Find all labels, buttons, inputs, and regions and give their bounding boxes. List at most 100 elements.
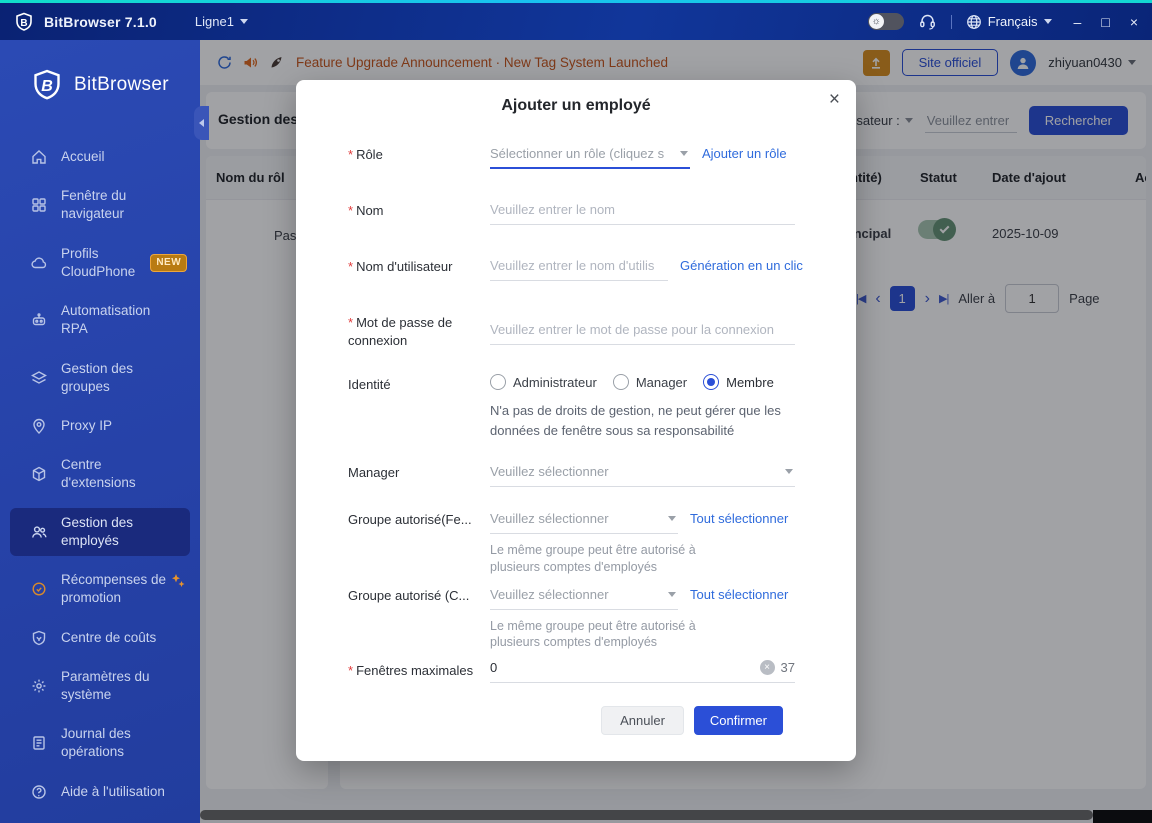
sidebar: B BitBrowser Accueil Fenêtre du navigate… bbox=[0, 40, 209, 823]
generate-username-link[interactable]: Génération en un clic bbox=[680, 254, 803, 273]
sidebar-menu: Accueil Fenêtre du navigateur Profils Cl… bbox=[0, 142, 200, 807]
identity-help-text: N'a pas de droits de gestion, ne peut gé… bbox=[490, 403, 781, 438]
window-top-accent bbox=[0, 0, 1152, 3]
radio-on-icon bbox=[703, 374, 720, 391]
sidebar-collapse-button[interactable] bbox=[194, 106, 209, 140]
field-group-window: Groupe autorisé(Fe... Veuillez sélection… bbox=[348, 507, 795, 575]
sidebar-brand: BitBrowser bbox=[74, 74, 169, 95]
max-windows-input[interactable]: 0 × 37 bbox=[490, 658, 795, 684]
manager-select[interactable]: Veuillez sélectionner bbox=[490, 460, 795, 488]
max-windows-label: Fenêtres maximales bbox=[356, 663, 474, 679]
sun-icon: ☼ bbox=[868, 14, 884, 29]
group-cloud-label: Groupe autorisé (C... bbox=[348, 587, 470, 603]
sidebar-item-profils-cloudphone[interactable]: Profils CloudPhone NEW bbox=[10, 239, 190, 287]
layers-icon bbox=[30, 369, 48, 387]
bitbrowser-shield-icon: B bbox=[30, 68, 64, 102]
add-role-link[interactable]: Ajouter un rôle bbox=[702, 142, 787, 161]
chevron-down-icon bbox=[668, 516, 676, 522]
titlebar-left: B BitBrowser 7.1.0 Ligne1 bbox=[14, 12, 248, 32]
sidebar-item-recompenses-promotion[interactable]: Récompenses de promotion bbox=[10, 565, 190, 613]
theme-toggle[interactable]: ☼ bbox=[867, 13, 904, 30]
sidebar-logo: B BitBrowser bbox=[0, 40, 200, 102]
group-cloud-select-all-link[interactable]: Tout sélectionner bbox=[690, 583, 788, 602]
chevron-down-icon bbox=[680, 151, 688, 156]
cloud-icon bbox=[30, 254, 48, 272]
identity-radio-group: Administrateur Manager Membre bbox=[490, 372, 795, 391]
radio-off-icon bbox=[612, 374, 629, 391]
group-window-label: Groupe autorisé(Fe... bbox=[348, 512, 472, 528]
password-label: Mot de passe de connexion bbox=[348, 315, 453, 349]
sidebar-item-automatisation-rpa[interactable]: Automatisation RPA bbox=[10, 296, 190, 344]
titlebar-right: ☼ Français – □ × bbox=[867, 12, 1138, 31]
required-mark: * bbox=[348, 203, 354, 218]
chevron-down-icon bbox=[1043, 19, 1052, 24]
field-name: * Nom bbox=[348, 198, 795, 225]
minimize-button[interactable]: – bbox=[1074, 14, 1082, 30]
chevron-down-icon bbox=[785, 469, 793, 475]
close-window-button[interactable]: × bbox=[1130, 14, 1138, 30]
name-input[interactable] bbox=[490, 198, 795, 225]
field-manager: Manager Veuillez sélectionner bbox=[348, 460, 795, 488]
cancel-button[interactable]: Annuler bbox=[601, 706, 684, 736]
modal-title: Ajouter un employé bbox=[501, 97, 651, 114]
titlebar: B BitBrowser 7.1.0 Ligne1 ☼ Français – □… bbox=[0, 0, 1152, 40]
home-icon bbox=[30, 148, 48, 166]
max-windows-counter: 37 bbox=[780, 660, 795, 676]
clear-icon[interactable]: × bbox=[759, 660, 775, 676]
new-badge: NEW bbox=[150, 254, 188, 272]
sidebar-item-centre-couts[interactable]: Centre de coûts bbox=[10, 623, 190, 653]
radio-manager[interactable]: Manager bbox=[612, 374, 687, 391]
sidebar-item-gestion-employes[interactable]: Gestion des employés bbox=[10, 507, 190, 557]
password-input[interactable] bbox=[490, 318, 795, 345]
radio-administrateur[interactable]: Administrateur bbox=[490, 374, 597, 391]
role-select[interactable]: Sélectionner un rôle (cliquez s bbox=[490, 142, 690, 169]
identity-label: Identité bbox=[348, 377, 391, 393]
group-cloud-select[interactable]: Veuillez sélectionner bbox=[490, 583, 678, 610]
username-label: Nom d'utilisateur bbox=[356, 259, 453, 274]
role-label: Rôle bbox=[356, 147, 383, 162]
sidebar-item-gestion-groupes[interactable]: Gestion des groupes bbox=[10, 354, 190, 402]
svg-text:B: B bbox=[41, 78, 53, 95]
max-windows-value: 0 bbox=[490, 660, 498, 676]
group-window-select-all-link[interactable]: Tout sélectionner bbox=[690, 507, 788, 526]
required-mark: * bbox=[348, 147, 354, 162]
maximize-button[interactable]: □ bbox=[1101, 14, 1109, 30]
sidebar-item-journal-operations[interactable]: Journal des opérations bbox=[10, 719, 190, 767]
radio-off-icon bbox=[490, 374, 506, 391]
close-icon[interactable]: × bbox=[829, 90, 840, 109]
cube-icon bbox=[30, 465, 48, 483]
journal-icon bbox=[30, 734, 48, 752]
window-controls: – □ × bbox=[1074, 14, 1138, 30]
username-input[interactable] bbox=[490, 254, 668, 281]
support-headset-icon[interactable] bbox=[918, 12, 937, 31]
titlebar-divider bbox=[950, 14, 952, 29]
chevron-down-icon bbox=[239, 19, 248, 24]
field-password: * Mot de passe de connexion bbox=[348, 310, 795, 350]
required-mark: * bbox=[348, 259, 354, 274]
group-window-select[interactable]: Veuillez sélectionner bbox=[490, 507, 678, 535]
sidebar-item-parametres-systeme[interactable]: Paramètres du système bbox=[10, 662, 190, 710]
sidebar-item-centre-extensions[interactable]: Centre d'extensions bbox=[10, 450, 190, 498]
field-username: *Nom d'utilisateur Génération en un clic bbox=[348, 254, 803, 281]
group-window-help-text: Le même groupe peut être autorisé à plus… bbox=[490, 543, 696, 574]
chevron-left-icon bbox=[199, 119, 204, 127]
language-label: Français bbox=[987, 14, 1038, 29]
group-cloud-help-text: Le même groupe peut être autorisé à plus… bbox=[490, 618, 696, 650]
line-selector[interactable]: Ligne1 bbox=[195, 14, 248, 29]
svg-text:B: B bbox=[20, 18, 27, 29]
add-employee-modal: Ajouter un employé × * Rôle Sélectionner … bbox=[296, 80, 856, 761]
language-selector[interactable]: Français bbox=[966, 14, 1052, 30]
sidebar-item-proxy-ip[interactable]: Proxy IP bbox=[10, 411, 190, 441]
sidebar-item-fenetre-navigateur[interactable]: Fenêtre du navigateur bbox=[10, 181, 190, 229]
required-mark: * bbox=[348, 315, 354, 330]
sidebar-item-accueil[interactable]: Accueil bbox=[10, 142, 190, 172]
confirm-button[interactable]: Confirmer bbox=[693, 706, 783, 736]
sidebar-item-aide-utilisation[interactable]: Aide à l'utilisation bbox=[10, 777, 190, 807]
app-logo-icon: B bbox=[14, 12, 34, 32]
field-role: * Rôle Sélectionner un rôle (cliquez s Aj… bbox=[348, 142, 795, 169]
people-icon bbox=[30, 523, 48, 541]
app-title: BitBrowser 7.1.0 bbox=[44, 13, 157, 30]
radio-membre[interactable]: Membre bbox=[703, 374, 774, 391]
add-employee-form: * Rôle Sélectionner un rôle (cliquez s Aj… bbox=[296, 115, 856, 736]
location-pin-icon bbox=[30, 417, 48, 435]
